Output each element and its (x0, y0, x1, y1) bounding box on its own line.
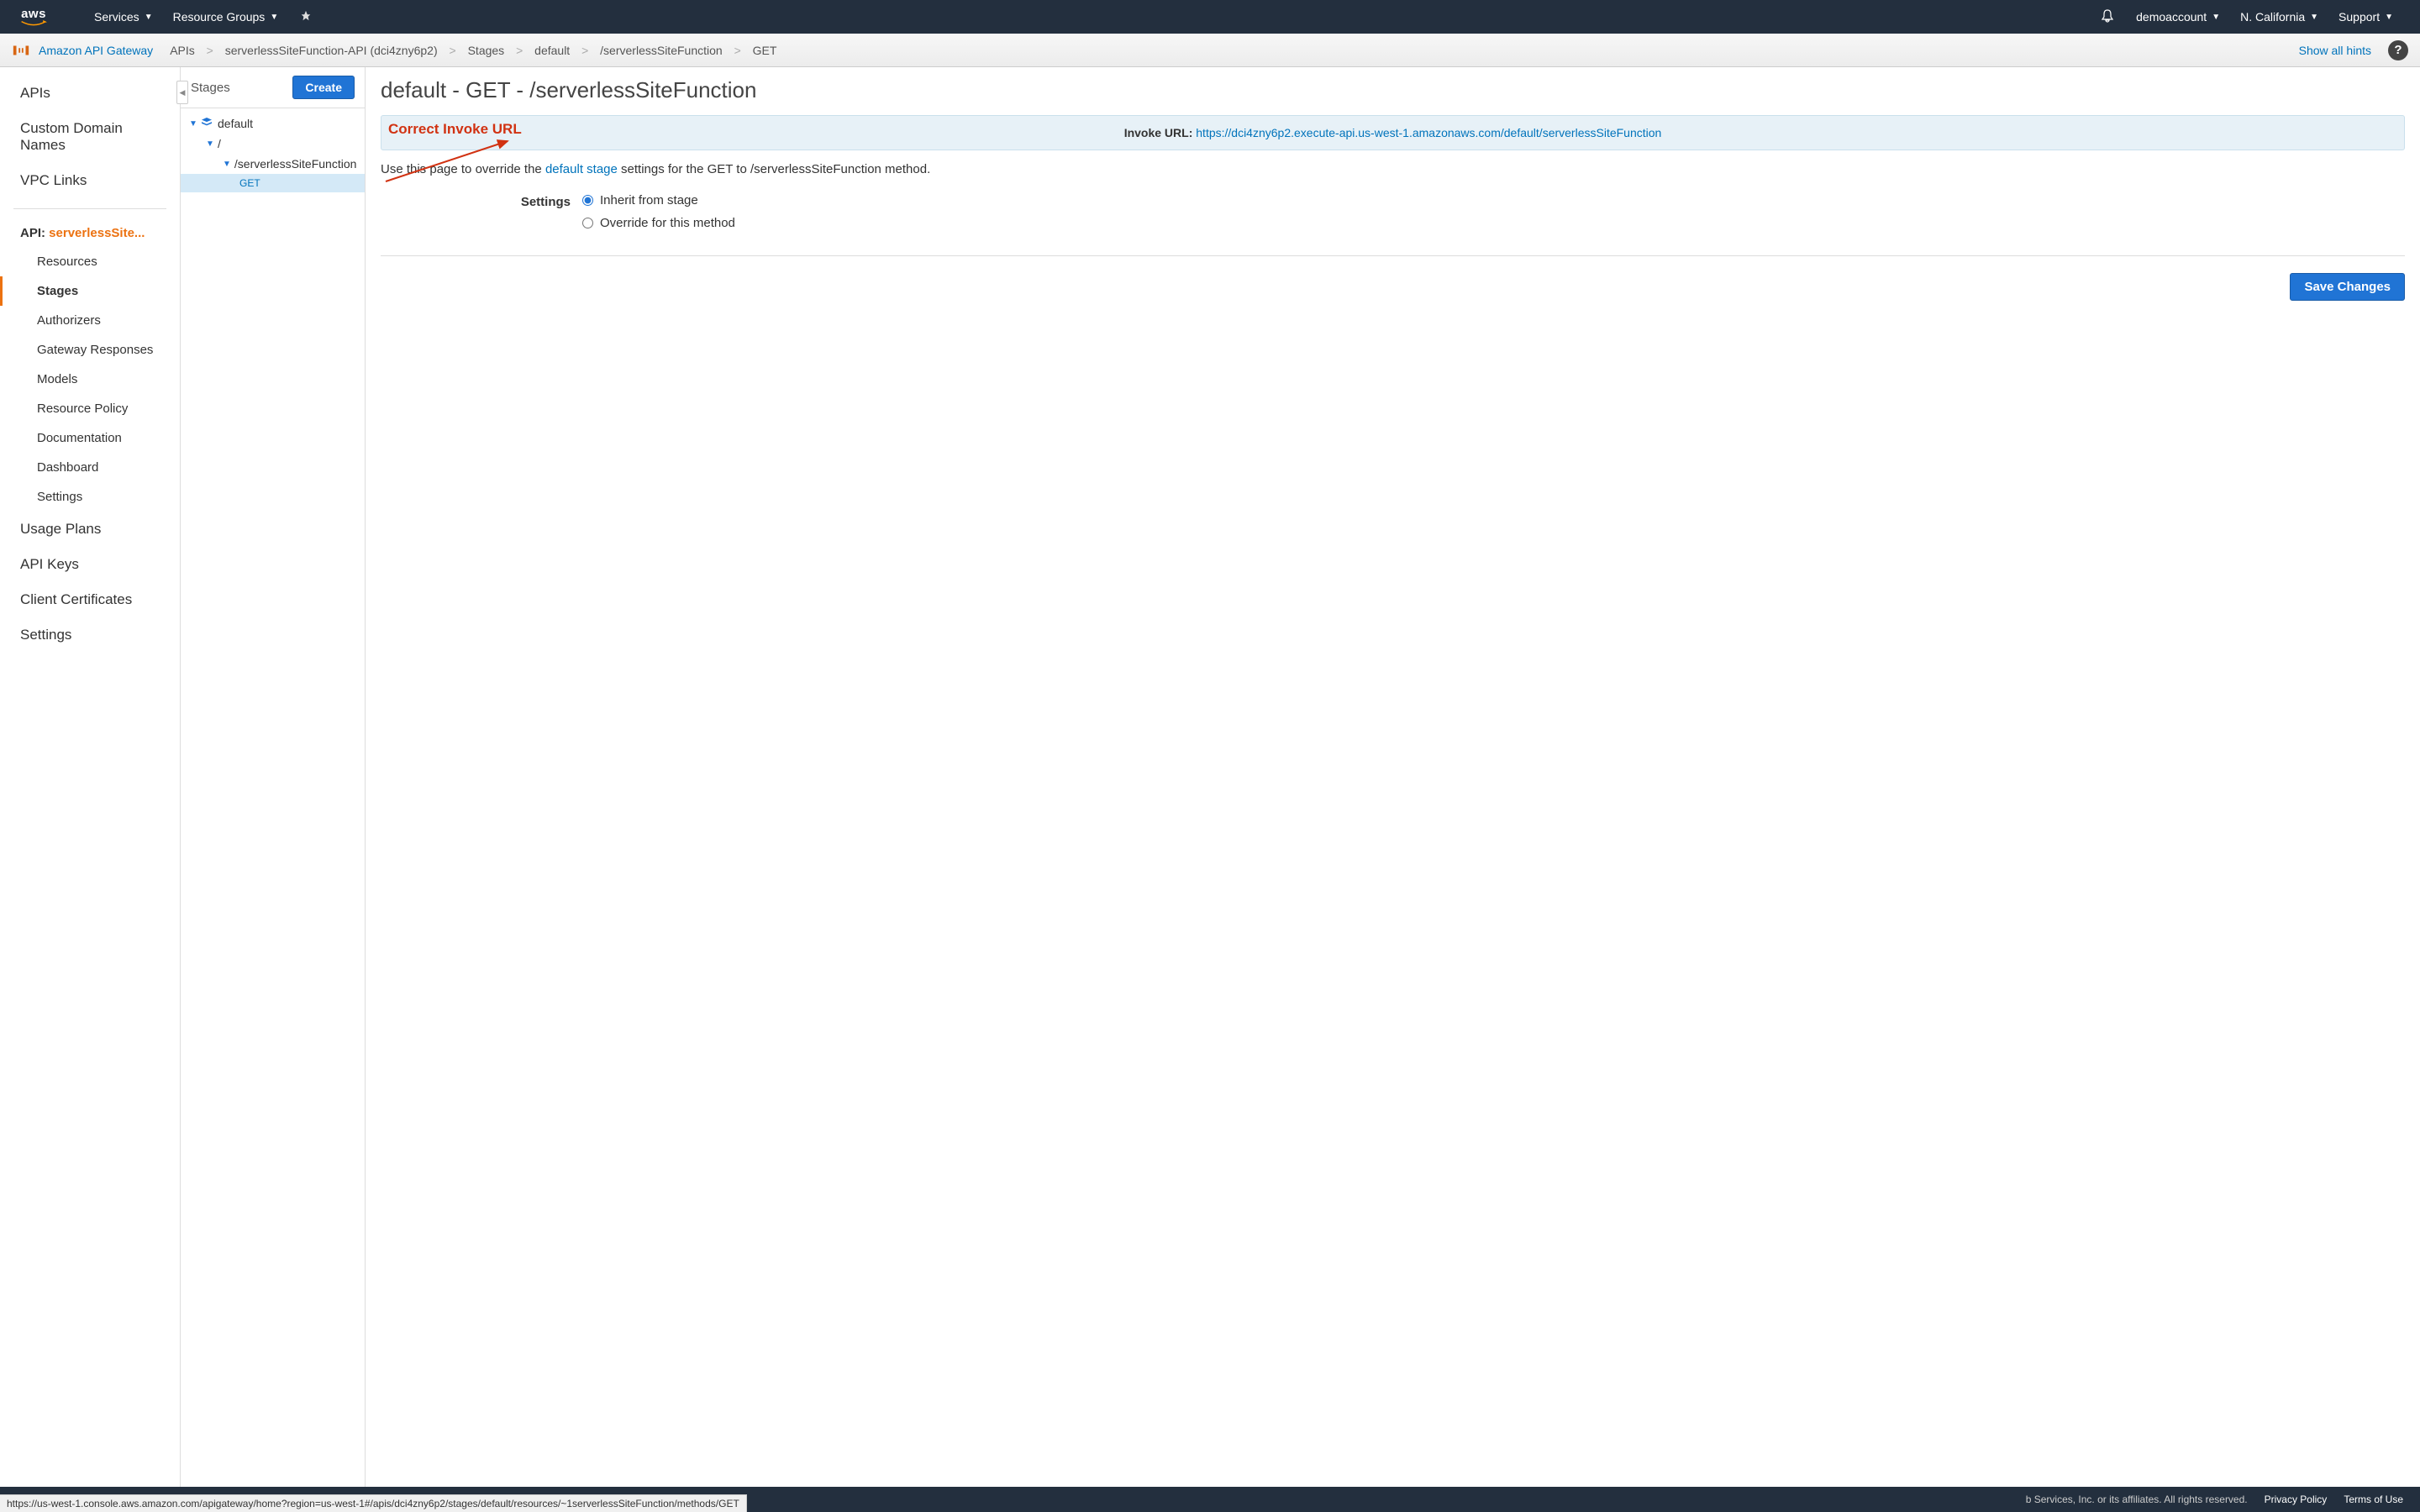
breadcrumb: APIs > serverlessSiteFunction-API (dci4z… (170, 44, 776, 57)
show-hints-link[interactable]: Show all hints (2299, 44, 2371, 57)
tree-root[interactable]: ▼ / (181, 134, 365, 154)
sidebar-item-authorizers[interactable]: Authorizers (0, 306, 180, 335)
status-bar-url: https://us-west-1.console.aws.amazon.com… (0, 1494, 747, 1512)
pin-icon[interactable] (288, 10, 324, 24)
footer-terms[interactable]: Terms of Use (2344, 1494, 2403, 1505)
crumb-stage[interactable]: default (534, 44, 570, 57)
crumb-method[interactable]: GET (753, 44, 777, 57)
crumb-stages[interactable]: Stages (468, 44, 505, 57)
nav-region-label: N. California (2240, 10, 2305, 24)
chevron-down-icon[interactable]: ▼ (206, 139, 214, 149)
footer-copyright: b Services, Inc. or its affiliates. All … (2026, 1494, 2248, 1505)
settings-row: Settings Inherit from stage Override for… (381, 193, 2405, 239)
create-stage-button[interactable]: Create (292, 76, 355, 99)
content-area: default - GET - /serverlessSiteFunction … (366, 67, 2420, 1487)
nav-support[interactable]: Support ▼ (2328, 10, 2403, 24)
divider (381, 255, 2405, 256)
tree-stage-default[interactable]: ▼ default (181, 113, 365, 134)
sidebar-item-dashboard[interactable]: Dashboard (0, 453, 180, 482)
radio-inherit-label: Inherit from stage (600, 193, 698, 207)
tree-root-label: / (218, 137, 221, 150)
stages-title: Stages (191, 81, 230, 95)
invoke-url-link[interactable]: https://dci4zny6p2.execute-api.us-west-1… (1196, 126, 1661, 139)
annotation-label: Correct Invoke URL (388, 121, 522, 138)
stages-tree: ▼ default ▼ / ▼ /serverlessSiteFunction … (181, 108, 365, 197)
sidebar-item-apis[interactable]: APIs (0, 76, 180, 111)
radio-inherit[interactable]: Inherit from stage (582, 193, 735, 207)
radio-override-input[interactable] (582, 218, 593, 228)
nav-account[interactable]: demoaccount ▼ (2126, 10, 2230, 24)
footer-privacy[interactable]: Privacy Policy (2265, 1494, 2328, 1505)
tree-resource[interactable]: ▼ /serverlessSiteFunction (181, 154, 365, 174)
chevron-down-icon: ▼ (145, 13, 153, 22)
top-nav: aws Services ▼ Resource Groups ▼ demoacc… (0, 0, 2420, 34)
tree-resource-label: /serverlessSiteFunction (234, 157, 357, 171)
invoke-url-box: Correct Invoke URL Invoke URL: https://d… (381, 115, 2405, 150)
crumb-apis[interactable]: APIs (170, 44, 195, 57)
save-changes-button[interactable]: Save Changes (2290, 273, 2405, 301)
chevron-down-icon[interactable]: ▼ (223, 160, 231, 169)
service-title[interactable]: Amazon API Gateway (39, 44, 153, 57)
nav-services[interactable]: Services ▼ (84, 10, 163, 24)
chevron-down-icon: ▼ (2212, 13, 2220, 22)
sidebar-item-usage-plans[interactable]: Usage Plans (0, 512, 180, 547)
crumb-api-id[interactable]: serverlessSiteFunction-API (dci4zny6p2) (225, 44, 438, 57)
sidebar-item-client-certs[interactable]: Client Certificates (0, 582, 180, 617)
aws-logo[interactable]: aws (17, 7, 50, 27)
crumb-resource[interactable]: /serverlessSiteFunction (600, 44, 723, 57)
sidebar-item-settings[interactable]: Settings (0, 617, 180, 653)
collapse-panel-button[interactable]: ◀ (176, 81, 188, 104)
sidebar-api-heading: API: serverlessSite... (0, 219, 180, 247)
nav-services-label: Services (94, 10, 139, 24)
sidebar-item-resources[interactable]: Resources (0, 247, 180, 276)
sidebar-divider (13, 208, 166, 209)
main-layout: APIs Custom Domain Names VPC Links API: … (0, 67, 2420, 1487)
api-gateway-icon (12, 41, 30, 60)
sidebar-item-api-keys[interactable]: API Keys (0, 547, 180, 582)
nav-resource-groups-label: Resource Groups (173, 10, 266, 24)
sidebar-item-custom-domains[interactable]: Custom Domain Names (0, 111, 180, 163)
sidebar-item-vpc-links[interactable]: VPC Links (0, 163, 180, 198)
chevron-down-icon: ▼ (2310, 13, 2318, 22)
sidebar-item-gateway-responses[interactable]: Gateway Responses (0, 335, 180, 365)
chevron-down-icon[interactable]: ▼ (189, 119, 197, 129)
nav-account-label: demoaccount (2136, 10, 2207, 24)
settings-label: Settings (381, 193, 582, 209)
radio-override-label: Override for this method (600, 216, 735, 230)
sidebar-item-documentation[interactable]: Documentation (0, 423, 180, 453)
override-description: Use this page to override the default st… (381, 162, 2405, 176)
default-stage-link[interactable]: default stage (545, 162, 618, 176)
radio-inherit-input[interactable] (582, 195, 593, 206)
stages-panel: ◀ Stages Create ▼ default ▼ / ▼ /serverl… (181, 67, 366, 1487)
sub-header: Amazon API Gateway APIs > serverlessSite… (0, 34, 2420, 67)
tree-method-get[interactable]: GET (181, 174, 365, 192)
layers-icon (201, 117, 213, 130)
nav-support-label: Support (2338, 10, 2380, 24)
notifications-icon[interactable] (2089, 9, 2126, 25)
tree-stage-label: default (218, 117, 253, 130)
help-icon[interactable]: ? (2388, 40, 2408, 60)
sidebar-item-api-settings[interactable]: Settings (0, 482, 180, 512)
sidebar-item-models[interactable]: Models (0, 365, 180, 394)
stages-header: Stages Create (181, 67, 365, 108)
sidebar-item-stages[interactable]: Stages (0, 276, 180, 306)
chevron-down-icon: ▼ (270, 13, 278, 22)
sidebar-api-name[interactable]: serverlessSite... (49, 226, 145, 240)
page-title: default - GET - /serverlessSiteFunction (381, 77, 2405, 103)
radio-override[interactable]: Override for this method (582, 216, 735, 230)
invoke-url-label: Invoke URL: (1124, 126, 1197, 139)
tree-method-label: GET (239, 177, 260, 189)
sidebar-left: APIs Custom Domain Names VPC Links API: … (0, 67, 181, 1487)
nav-region[interactable]: N. California ▼ (2230, 10, 2328, 24)
nav-resource-groups[interactable]: Resource Groups ▼ (163, 10, 289, 24)
sidebar-item-resource-policy[interactable]: Resource Policy (0, 394, 180, 423)
chevron-down-icon: ▼ (2385, 13, 2393, 22)
